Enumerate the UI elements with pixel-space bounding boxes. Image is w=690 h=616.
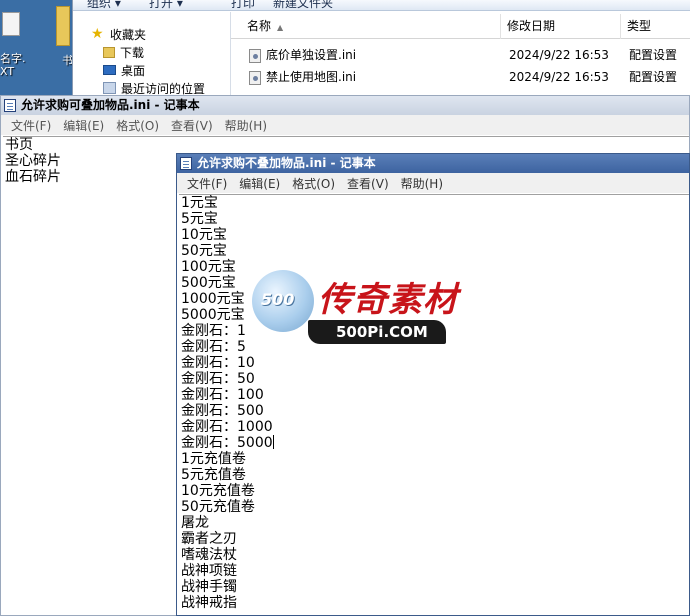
text-line: 1元充值卷 <box>181 451 246 467</box>
text-line: 50元充值卷 <box>181 499 255 515</box>
text-line: 5元宝 <box>181 211 218 227</box>
open-button[interactable]: 打开 ▾ <box>149 0 183 10</box>
desktop-area: 名字. XT 书 <box>0 0 80 95</box>
text-line: 战神项链 <box>181 563 237 579</box>
organize-button[interactable]: 组织 ▾ <box>87 0 121 10</box>
nav-item-label: 最近访问的位置 <box>121 81 206 96</box>
text-line: 50元宝 <box>181 243 227 259</box>
text-line: 1元宝 <box>181 195 218 211</box>
menu-help[interactable]: 帮助(H) <box>395 175 449 192</box>
notepad-icon <box>180 157 192 170</box>
nav-item-label: 收藏夹 <box>110 27 147 42</box>
file-row[interactable]: 底价单独设置.ini 2024/9/22 16:53 配置设置 <box>231 44 690 66</box>
file-date: 2024/9/22 16:53 <box>509 70 609 84</box>
menu-help[interactable]: 帮助(H) <box>219 117 273 134</box>
text-line: 嗜魂法杖 <box>181 547 237 563</box>
text-line: 金刚石：1 <box>181 323 246 339</box>
menu-view[interactable]: 查看(V) <box>341 175 395 192</box>
text-line: 10元充值卷 <box>181 483 255 499</box>
desktop-icon-label[interactable]: 名字. XT <box>0 52 26 78</box>
notepad-title: 允许求购可叠加物品.ini - 记事本 <box>21 98 200 112</box>
notepad-title-bar[interactable]: 允许求购不叠加物品.ini - 记事本 <box>177 154 689 173</box>
desktop-icon-label-line1: 名字. <box>0 52 26 65</box>
text-line: 5000元宝 <box>181 307 245 323</box>
folder-desktop-icon[interactable] <box>56 6 70 46</box>
text-line: 金刚石：100 <box>181 387 264 403</box>
file-type: 配置设置 <box>629 70 678 84</box>
text-line: 1000元宝 <box>181 291 245 307</box>
column-header-date-label: 修改日期 <box>507 19 556 33</box>
column-header-type-label: 类型 <box>627 19 652 33</box>
file-name: 底价单独设置.ini <box>266 48 357 62</box>
ini-file-icon <box>249 70 261 85</box>
nav-item-favorites[interactable]: ★ 收藏夹 <box>91 25 146 43</box>
notepad-title-bar[interactable]: 允许求购可叠加物品.ini - 记事本 <box>1 96 689 115</box>
notepad-text-area[interactable]: 1元宝 5元宝 10元宝 50元宝 100元宝 500元宝 1000元宝 5000元宝 金刚石：… <box>179 194 689 615</box>
notepad-menu-bar: 文件(F) 编辑(E) 格式(O) 查看(V) 帮助(H) <box>177 173 689 193</box>
nav-item-desktop[interactable]: 桌面 <box>103 61 145 79</box>
text-line: 金刚石：1000 <box>181 419 273 435</box>
desktop-icon-label-line2: XT <box>0 65 15 78</box>
new-folder-button[interactable]: 新建文件夹 <box>273 0 333 10</box>
navigation-pane: ★ 收藏夹 下载 桌面 最近访问的位置 <box>73 12 231 96</box>
column-header-name[interactable]: 名称 ▲ <box>231 14 501 39</box>
file-list-pane: 名称 ▲ 修改日期 类型 底价单独设置.ini 2024/9/22 16:53 配… <box>231 12 690 95</box>
text-line: 战神戒指 <box>181 595 237 611</box>
print-button[interactable]: 打印 <box>231 0 255 10</box>
column-header-name-label: 名称 <box>247 19 272 33</box>
file-date: 2024/9/22 16:53 <box>509 48 609 62</box>
notepad-icon <box>4 99 16 112</box>
menu-file[interactable]: 文件(F) <box>181 175 233 192</box>
text-line: 金刚石：5 <box>181 339 246 355</box>
notepad-title: 允许求购不叠加物品.ini - 记事本 <box>197 156 376 170</box>
text-line: 霸者之刃 <box>181 531 237 547</box>
file-type: 配置设置 <box>629 48 678 62</box>
desktop-icon <box>103 65 116 75</box>
text-line: 金刚石：500 <box>181 403 264 419</box>
text-line: 5元充值卷 <box>181 467 246 483</box>
nav-item-downloads[interactable]: 下载 <box>103 43 144 61</box>
star-icon: ★ <box>91 26 104 42</box>
text-line: 100元宝 <box>181 259 236 275</box>
text-cursor <box>272 435 274 449</box>
text-line: 金刚石：50 <box>181 371 255 387</box>
menu-file[interactable]: 文件(F) <box>5 117 57 134</box>
file-list-header: 名称 ▲ 修改日期 类型 <box>231 14 690 39</box>
recent-places-icon <box>103 82 116 94</box>
file-row[interactable]: 禁止使用地图.ini 2024/9/22 16:53 配置设置 <box>231 66 690 88</box>
nav-item-label: 下载 <box>120 45 145 60</box>
file-explorer-window: 组织 ▾ 打开 ▾ 打印 新建文件夹 ★ 收藏夹 下载 桌面 最近访问的位置 名… <box>72 0 690 96</box>
text-line: 10元宝 <box>181 227 227 243</box>
explorer-toolbar: 组织 ▾ 打开 ▾ 打印 新建文件夹 <box>73 0 690 11</box>
text-line: 战神手镯 <box>181 579 237 595</box>
text-file-desktop-icon[interactable] <box>0 8 30 48</box>
column-header-type[interactable]: 类型 <box>621 14 690 39</box>
text-line: 屠龙 <box>181 515 209 531</box>
text-line: 500元宝 <box>181 275 236 291</box>
sort-ascending-icon: ▲ <box>277 23 284 32</box>
menu-format[interactable]: 格式(O) <box>286 175 341 192</box>
ini-file-icon <box>249 48 261 63</box>
download-folder-icon <box>103 46 115 58</box>
menu-view[interactable]: 查看(V) <box>165 117 219 134</box>
menu-edit[interactable]: 编辑(E) <box>233 175 286 192</box>
notepad-window-non-stackable: 允许求购不叠加物品.ini - 记事本 文件(F) 编辑(E) 格式(O) 查看… <box>176 153 690 616</box>
text-line: 金刚石：5000 <box>181 435 274 451</box>
text-line: 金刚石：10 <box>181 355 255 371</box>
nav-item-label: 桌面 <box>121 63 146 78</box>
file-name: 禁止使用地图.ini <box>266 70 357 84</box>
notepad-menu-bar: 文件(F) 编辑(E) 格式(O) 查看(V) 帮助(H) <box>1 115 689 135</box>
menu-format[interactable]: 格式(O) <box>110 117 165 134</box>
text-line: 书页 <box>5 137 33 153</box>
menu-edit[interactable]: 编辑(E) <box>57 117 110 134</box>
column-header-date[interactable]: 修改日期 <box>501 14 621 39</box>
